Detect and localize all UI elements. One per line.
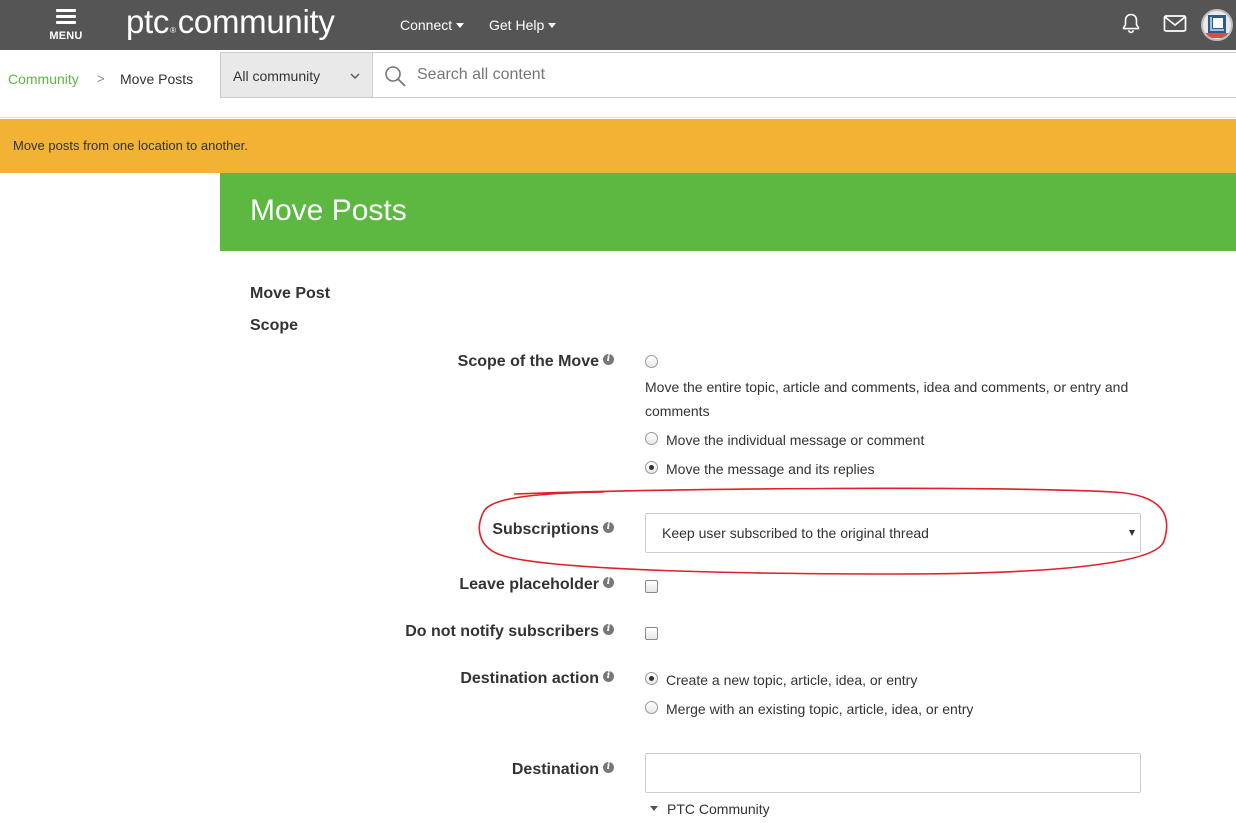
leave-placeholder-checkbox[interactable] xyxy=(645,580,658,593)
leave-placeholder-label: Leave placeholder i xyxy=(459,576,614,594)
info-icon[interactable]: i xyxy=(603,354,614,366)
caret-down-icon xyxy=(548,22,557,28)
avatar-stripe xyxy=(1206,33,1230,38)
scope-option-entire-radio[interactable] xyxy=(645,355,658,368)
scope-of-move-label-text: Scope of the Move xyxy=(457,353,599,370)
destination-merge-text: Merge with an existing topic, article, i… xyxy=(666,701,974,717)
nav-get-help[interactable]: Get Help xyxy=(489,17,557,33)
destination-action-label-text: Destination action xyxy=(460,670,599,687)
nav-connect-label: Connect xyxy=(400,17,453,33)
nav-get-help-label: Get Help xyxy=(489,17,545,33)
top-navigation-bar: MENU ptc®community Connect Get Help xyxy=(0,0,1236,50)
breadcrumb-search-bar: Community > Move Posts All community xyxy=(0,50,1236,118)
do-not-notify-label: Do not notify subscribers i xyxy=(405,623,614,641)
section-move-post: Move Post xyxy=(250,285,331,302)
scope-option-replies-text: Move the message and its replies xyxy=(666,461,875,477)
destination-input[interactable] xyxy=(645,753,1141,793)
ptc-community-logo[interactable]: ptc®community xyxy=(126,0,335,44)
scope-of-move-label: Scope of the Move i xyxy=(458,353,614,371)
search-scope-select[interactable]: All community xyxy=(220,52,373,98)
subscriptions-select[interactable]: Keep user subscribed to the original thr… xyxy=(645,513,1141,553)
destination-merge-radio[interactable] xyxy=(645,701,658,714)
logo-registered-mark: ® xyxy=(170,26,176,35)
scope-option-individual-text: Move the individual message or comment xyxy=(666,432,925,448)
subscriptions-label-text: Subscriptions xyxy=(492,521,599,538)
caret-down-icon xyxy=(456,22,465,28)
page-header: Move Posts xyxy=(220,173,1236,251)
destination-action-label: Destination action i xyxy=(460,670,614,688)
dropdown-arrow-icon xyxy=(1129,530,1135,536)
destination-label-text: Destination xyxy=(511,761,599,778)
destination-create-text: Create a new topic, article, idea, or en… xyxy=(666,672,918,688)
search-box xyxy=(373,52,1236,98)
subscriptions-label: Subscriptions i xyxy=(492,521,614,539)
info-icon[interactable]: i xyxy=(603,577,614,589)
info-icon[interactable]: i xyxy=(603,624,614,636)
info-icon[interactable]: i xyxy=(603,522,614,534)
info-icon[interactable]: i xyxy=(603,671,614,683)
info-icon[interactable]: i xyxy=(603,762,614,774)
do-not-notify-checkbox[interactable] xyxy=(645,627,658,640)
hamburger-icon xyxy=(56,9,76,25)
do-not-notify-label-text: Do not notify subscribers xyxy=(405,623,599,640)
scope-option-individual-radio[interactable] xyxy=(645,432,658,445)
nav-connect[interactable]: Connect xyxy=(400,17,465,33)
destination-tree-root[interactable]: PTC Community xyxy=(650,801,770,817)
section-scope: Scope xyxy=(250,317,299,334)
scope-option-replies-radio[interactable] xyxy=(645,461,658,474)
page-title: Move Posts xyxy=(250,194,407,227)
breadcrumb-current: Move Posts xyxy=(120,71,194,87)
destination-label: Destination i xyxy=(512,761,614,779)
user-avatar[interactable] xyxy=(1201,9,1233,41)
scope-option-entire-text: Move the entire topic, article and comme… xyxy=(645,379,1129,419)
menu-button[interactable]: MENU xyxy=(40,6,92,46)
triangle-down-icon xyxy=(650,805,658,811)
subscriptions-select-value: Keep user subscribed to the original thr… xyxy=(662,525,929,541)
logo-word: community xyxy=(177,3,335,40)
chevron-down-icon xyxy=(350,73,360,79)
search-icon[interactable] xyxy=(383,64,407,88)
breadcrumb-separator: > xyxy=(97,71,105,86)
logo-brand: ptc xyxy=(126,3,170,40)
info-banner-text: Move posts from one location to another. xyxy=(13,138,248,153)
info-banner: Move posts from one location to another. xyxy=(0,119,1236,173)
search-input[interactable] xyxy=(417,62,1217,88)
destination-create-radio[interactable] xyxy=(645,672,658,685)
avatar-shape-inner xyxy=(1212,17,1224,29)
menu-label: MENU xyxy=(49,30,83,42)
bell-icon[interactable] xyxy=(1120,12,1142,34)
leave-placeholder-label-text: Leave placeholder xyxy=(459,576,599,593)
breadcrumb-community-link[interactable]: Community xyxy=(8,71,79,87)
mail-icon[interactable] xyxy=(1163,14,1187,34)
destination-tree-root-label: PTC Community xyxy=(667,801,770,817)
search-scope-value: All community xyxy=(233,68,321,84)
